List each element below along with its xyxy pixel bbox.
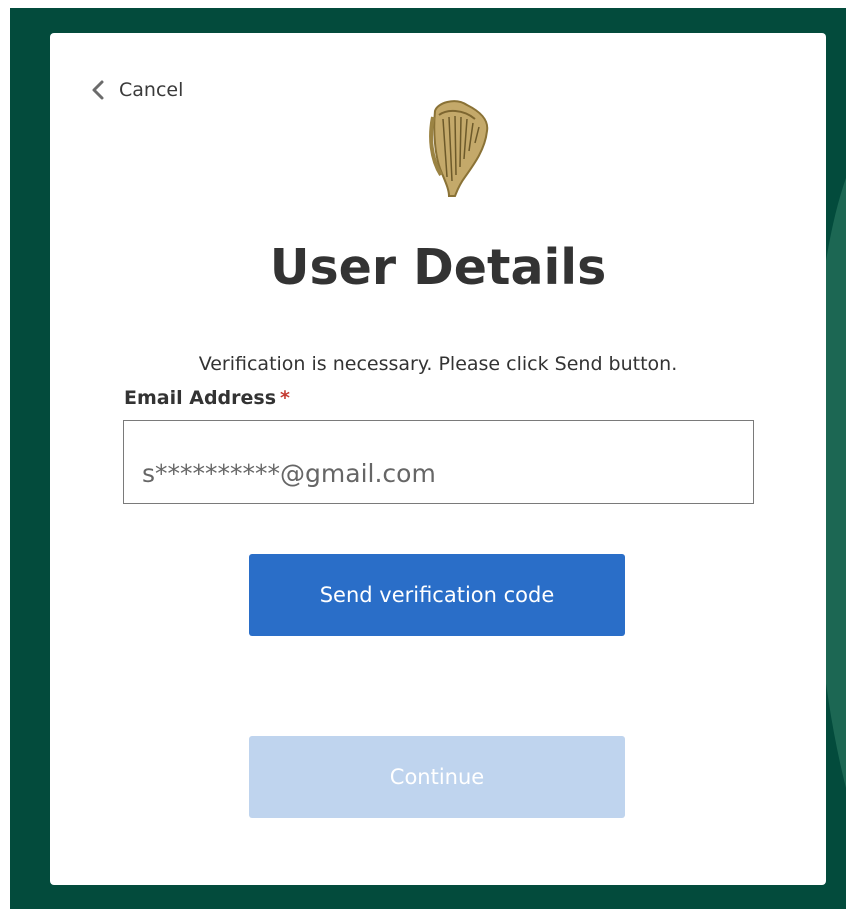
required-mark: * [280,387,290,409]
page-title: User Details [269,239,607,296]
cancel-link[interactable]: Cancel [88,77,183,103]
email-field-label: Email Address * [124,385,290,411]
send-verification-code-button[interactable]: Send verification code [249,554,625,636]
continue-button[interactable]: Continue [249,736,625,818]
email-field[interactable] [123,420,754,504]
verification-intro-text: Verification is necessary. Please click … [198,353,678,375]
cancel-label: Cancel [119,79,184,101]
harp-icon [429,100,489,197]
user-details-card: Cancel User Details Verification is nece… [50,33,826,885]
chevron-left-icon [92,80,104,100]
email-label-text: Email Address [124,387,277,409]
